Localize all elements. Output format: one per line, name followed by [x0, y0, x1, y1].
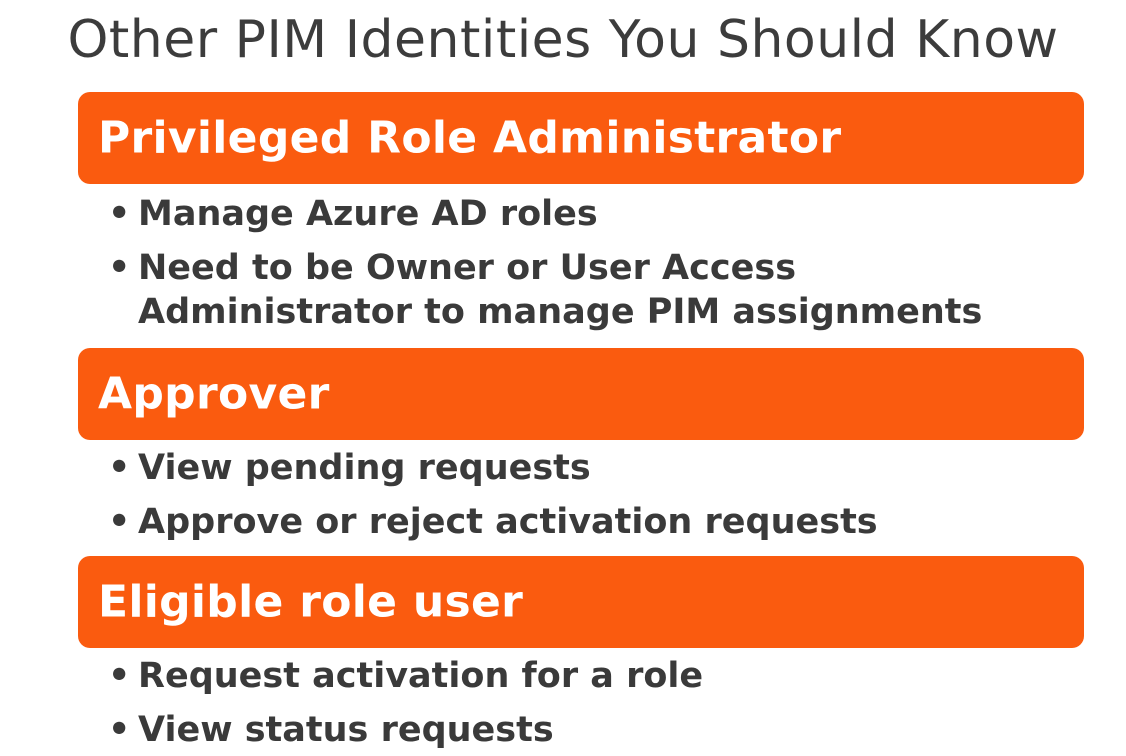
bullet-text: View status requests [138, 710, 554, 750]
section-header-privileged-role-administrator: Privileged Role Administrator [78, 92, 1084, 184]
list-item: • Request activation for a role [108, 654, 703, 698]
bullet-icon: • [108, 656, 131, 696]
bullet-text: Manage Azure AD roles [138, 194, 598, 234]
bullet-text: Request activation for a role [138, 656, 704, 696]
slide-title: Other PIM Identities You Should Know [67, 10, 1059, 70]
list-item: • View pending requests [108, 446, 591, 490]
bullet-text: Need to be Owner or User Access Administ… [138, 248, 983, 332]
section-header-label: Privileged Role Administrator [98, 112, 842, 164]
list-item: • View status requests [108, 708, 554, 752]
list-item: • Need to be Owner or User Access Adminis… [108, 246, 982, 334]
bullet-icon: • [108, 248, 131, 288]
slide: Other PIM Identities You Should Know Pri… [0, 0, 1126, 756]
list-item: • Manage Azure AD roles [108, 192, 598, 236]
section-header-label: Approver [98, 368, 330, 420]
list-item: • Approve or reject activation requests [108, 500, 878, 544]
bullet-icon: • [108, 502, 131, 542]
section-header-approver: Approver [78, 348, 1084, 440]
section-header-eligible-role-user: Eligible role user [78, 556, 1084, 648]
bullet-icon: • [108, 448, 131, 488]
bullet-icon: • [108, 194, 131, 234]
section-header-label: Eligible role user [98, 576, 524, 628]
bullet-text: View pending requests [138, 448, 591, 488]
bullet-text: Approve or reject activation requests [138, 502, 878, 542]
bullet-icon: • [108, 710, 131, 750]
